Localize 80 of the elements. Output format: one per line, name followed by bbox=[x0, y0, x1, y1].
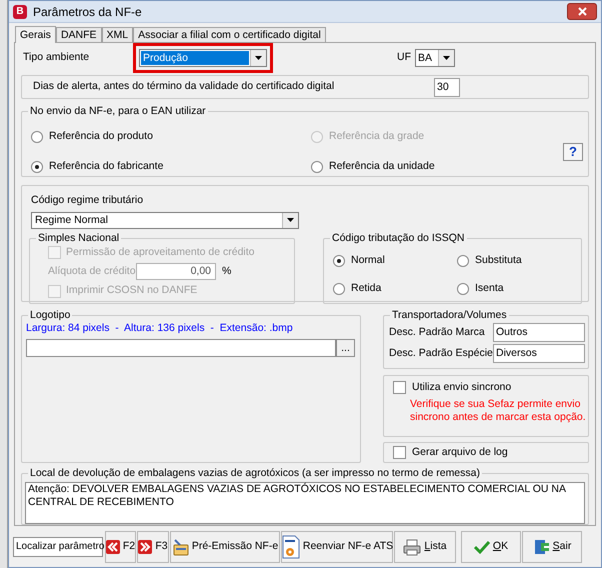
radio-button[interactable] bbox=[457, 283, 469, 296]
tab[interactable]: Associar a filial com o certificado digital bbox=[133, 27, 326, 42]
toolbar-button[interactable]: Lista bbox=[394, 531, 456, 563]
dropdown-button[interactable] bbox=[282, 212, 298, 228]
document-gear-icon bbox=[280, 535, 300, 559]
toolbar-button[interactable]: F2 bbox=[105, 531, 136, 563]
radio-label: Referência da unidade bbox=[329, 159, 435, 174]
radio-button[interactable] bbox=[31, 161, 43, 174]
group-title: Simples Nacional bbox=[36, 230, 122, 245]
help-button[interactable]: ? bbox=[563, 143, 583, 162]
field-label: Dias de alerta, antes do término da validade do certificado digital bbox=[33, 79, 336, 94]
field-label: Código regime tributário bbox=[31, 192, 144, 208]
radio-button[interactable] bbox=[311, 161, 323, 174]
input-field[interactable] bbox=[26, 338, 336, 357]
field-label: Alíquota de crédito bbox=[48, 264, 136, 280]
input-field[interactable]: Diversos bbox=[493, 344, 585, 363]
hint-text: Largura: 84 pixels - Altura: 136 pixels - Extensão: .bmp bbox=[26, 320, 294, 336]
door-exit-icon bbox=[532, 538, 550, 556]
field-label: Desc. Padrão Espécie bbox=[389, 346, 493, 361]
tab[interactable]: Gerais bbox=[15, 26, 56, 43]
checkbox[interactable] bbox=[393, 446, 406, 459]
radio-button[interactable] bbox=[457, 254, 469, 267]
radio-label: Isenta bbox=[475, 281, 504, 296]
input-field[interactable]: 30 bbox=[434, 78, 460, 97]
radio-label: Normal bbox=[351, 252, 385, 268]
search-field[interactable]: Localizar parâmetro bbox=[13, 537, 103, 557]
toolbar-button[interactable]: Reenviar NF-e ATS bbox=[281, 531, 393, 563]
radio-label: Referência da grade bbox=[329, 129, 424, 144]
dropdown-button[interactable] bbox=[250, 50, 266, 66]
checkbox-label: Gerar arquivo de log bbox=[412, 444, 508, 460]
caret-icon bbox=[443, 56, 450, 60]
group-title: Transportadora/Volumes bbox=[390, 308, 509, 322]
group-title: Local de devolução de embalagens vazias de agrotóxicos (a ser impresso no termo de remessa) bbox=[28, 466, 482, 480]
dropdown[interactable]: BA bbox=[415, 49, 455, 67]
radio-button[interactable] bbox=[31, 131, 43, 144]
checkbox-label: Permissão de aproveitamento de crédito bbox=[66, 244, 255, 260]
radio-label: Substituta bbox=[475, 252, 522, 268]
toolbar-button[interactable]: OK bbox=[461, 531, 521, 563]
warning-text: Verifique se sua Sefaz permite envio sincrono antes de marcar esta opção. bbox=[410, 398, 587, 424]
unit-label: % bbox=[222, 264, 232, 280]
group-title: Logotipo bbox=[28, 308, 72, 322]
text-area[interactable]: Atenção: DEVOLVER EMBALAGENS VAZIAS DE AGROTÓXICOS NO ESTABELECIMENTO COMERCIAL OU NA CENTRAL DE RECEBIMENTO bbox=[25, 482, 585, 524]
printer-icon bbox=[403, 538, 422, 556]
caret-icon bbox=[255, 56, 262, 60]
dropdown-value: Produção bbox=[141, 51, 249, 65]
card-icon bbox=[172, 538, 189, 556]
double-chevron-left-icon bbox=[106, 540, 120, 554]
radio-label: Referência do produto bbox=[49, 129, 153, 144]
toolbar-button[interactable]: Sair bbox=[522, 531, 582, 563]
checkbox-label: Utiliza envio sincrono bbox=[412, 380, 512, 395]
check-icon bbox=[474, 539, 490, 555]
radio-label: Retida bbox=[351, 281, 382, 296]
browse-button[interactable]: ... bbox=[336, 338, 355, 357]
group-title: No envio da NF-e, para o EAN utilizar bbox=[28, 104, 208, 118]
field-label: Desc. Padrão Marca bbox=[389, 324, 486, 340]
input-field: 0,00 bbox=[136, 263, 216, 280]
app-logo: B bbox=[13, 4, 27, 18]
toolbar-button[interactable]: Pré-Emissão NF-e bbox=[170, 531, 280, 563]
tab[interactable]: DANFE bbox=[56, 27, 102, 42]
dropdown[interactable]: Produção bbox=[139, 49, 267, 67]
tab[interactable]: XML bbox=[102, 27, 134, 42]
dropdown-value: Regime Normal bbox=[34, 212, 109, 228]
checkbox-label: Imprimir CSOSN no DANFE bbox=[66, 283, 198, 298]
input-field[interactable]: Outros bbox=[493, 322, 585, 342]
caret-icon bbox=[287, 218, 294, 222]
dropdown-button[interactable] bbox=[438, 50, 454, 66]
radio-button[interactable] bbox=[333, 283, 345, 296]
window-title: Parâmetros da NF-e bbox=[33, 4, 143, 20]
dropdown-value: BA bbox=[417, 51, 434, 66]
group-title: Código tributação do ISSQN bbox=[330, 230, 466, 245]
field-label: UF bbox=[397, 50, 411, 66]
toolbar-button[interactable]: F3 bbox=[137, 531, 169, 563]
checkbox[interactable] bbox=[393, 381, 406, 394]
double-chevron-right-icon bbox=[138, 540, 152, 554]
radio-label: Referência do fabricante bbox=[49, 159, 164, 174]
close-button[interactable] bbox=[567, 3, 597, 20]
dropdown[interactable]: Regime Normal bbox=[31, 212, 299, 229]
radio-button[interactable] bbox=[333, 254, 345, 267]
field-label: Tipo ambiente bbox=[23, 50, 90, 66]
close-icon bbox=[578, 7, 586, 16]
